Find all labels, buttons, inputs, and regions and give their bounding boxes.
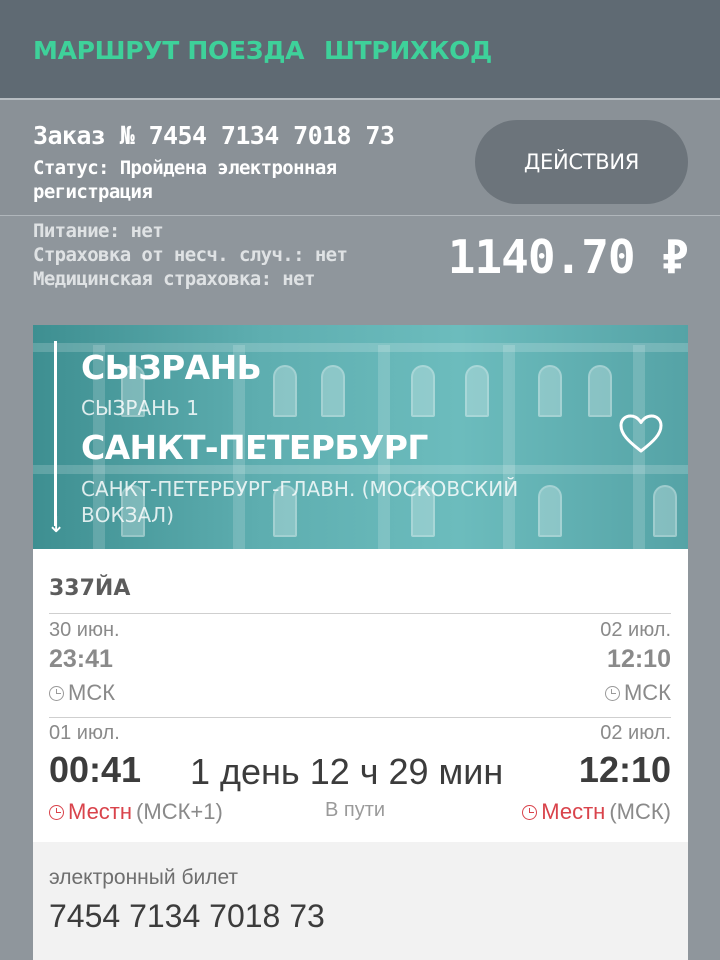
banner-background-window: [273, 365, 297, 417]
departure-timezone-msk: МСК: [49, 680, 115, 706]
timezone-label: МСК: [623, 680, 671, 705]
tab-barcode[interactable]: ШТРИХКОД: [324, 36, 492, 65]
arrow-down-icon: ↓: [47, 513, 66, 538]
ticket-number: 7454 7134 7018 73: [49, 898, 325, 934]
top-tab-bar: МАРШРУТ ПОЕЗДА ШТРИХКОД: [0, 0, 720, 100]
accident-insurance-info: Страховка от несч. случ.: нет: [33, 244, 348, 266]
arrival-station: САНКТ-ПЕТЕРБУРГ-ГЛАВН. (МОСКОВСКИЙ ВОКЗА…: [81, 477, 519, 527]
heart-outline-icon[interactable]: [618, 413, 664, 455]
divider: [49, 613, 671, 614]
banner-background-window: [538, 365, 562, 417]
timezone-label: МСК: [68, 680, 116, 705]
clock-icon: [522, 804, 538, 820]
arrival-timezone-local: Местн (МСК): [522, 799, 671, 825]
banner-background-window: [321, 365, 345, 417]
ticket-section: электронный билет 7454 7134 7018 73: [33, 842, 688, 960]
departure-city: СЫЗРАНЬ: [81, 348, 262, 387]
arrival-date-msk: 02 июл.: [600, 619, 671, 641]
departure-time-local: 00:41: [49, 749, 142, 790]
local-time-label: Местн: [68, 799, 133, 824]
clock-icon: [49, 685, 64, 701]
arrival-city: САНКТ-ПЕТЕРБУРГ: [81, 428, 428, 467]
trip-duration: 1 день 12 ч 29 мин: [190, 751, 504, 792]
medical-insurance-info: Медицинская страховка: нет: [33, 268, 315, 290]
departure-timezone-local: Местн (МСК+1): [49, 799, 223, 825]
order-extras: Питание: нет Страховка от несч. случ.: н…: [33, 219, 453, 291]
actions-button[interactable]: ДЕЙСТВИЯ: [475, 120, 688, 204]
departure-date-local: 01 июл.: [49, 722, 120, 744]
route-banner: ↓ СЫЗРАНЬ СЫЗРАНЬ 1 САНКТ-ПЕТЕРБУРГ САНК…: [33, 325, 688, 549]
divider: [49, 717, 671, 718]
in-transit-label: В пути: [325, 799, 386, 821]
meals-info: Питание: нет: [33, 220, 164, 242]
arrival-time-msk: 12:10: [607, 645, 671, 673]
route-arrow-line: [54, 341, 57, 526]
clock-icon: [604, 685, 620, 701]
departure-date-msk: 30 июн.: [49, 619, 120, 641]
order-number: Заказ № 7454 7134 7018 73: [33, 121, 395, 150]
clock-icon: [49, 804, 64, 820]
arrival-date-local: 02 июл.: [600, 722, 671, 744]
order-status: Статус: Пройдена электронная регистрация: [33, 157, 337, 203]
departure-station: СЫЗРАНЬ 1: [81, 396, 200, 420]
order-price: 1140.70 ₽: [447, 230, 689, 284]
ticket-label: электронный билет: [49, 866, 239, 889]
banner-background-window: [465, 365, 489, 417]
arrival-timezone-msk: МСК: [604, 680, 671, 706]
timezone-offset: (МСК): [609, 799, 671, 824]
arrival-time-local: 12:10: [578, 749, 671, 790]
train-card: 337ЙА 30 июн. 02 июл. 23:41 12:10 МСК МС…: [33, 549, 688, 960]
banner-background-window: [653, 485, 677, 537]
train-number: 337ЙА: [49, 576, 131, 601]
order-header: Заказ № 7454 7134 7018 73 Статус: Пройде…: [0, 100, 720, 216]
tab-train-route[interactable]: МАРШРУТ ПОЕЗДА: [33, 36, 305, 65]
local-time-label: Местн: [541, 799, 606, 824]
banner-background-window: [588, 365, 612, 417]
banner-background-window: [411, 365, 435, 417]
departure-time-msk: 23:41: [49, 645, 113, 673]
timezone-offset: (МСК+1): [136, 799, 223, 824]
